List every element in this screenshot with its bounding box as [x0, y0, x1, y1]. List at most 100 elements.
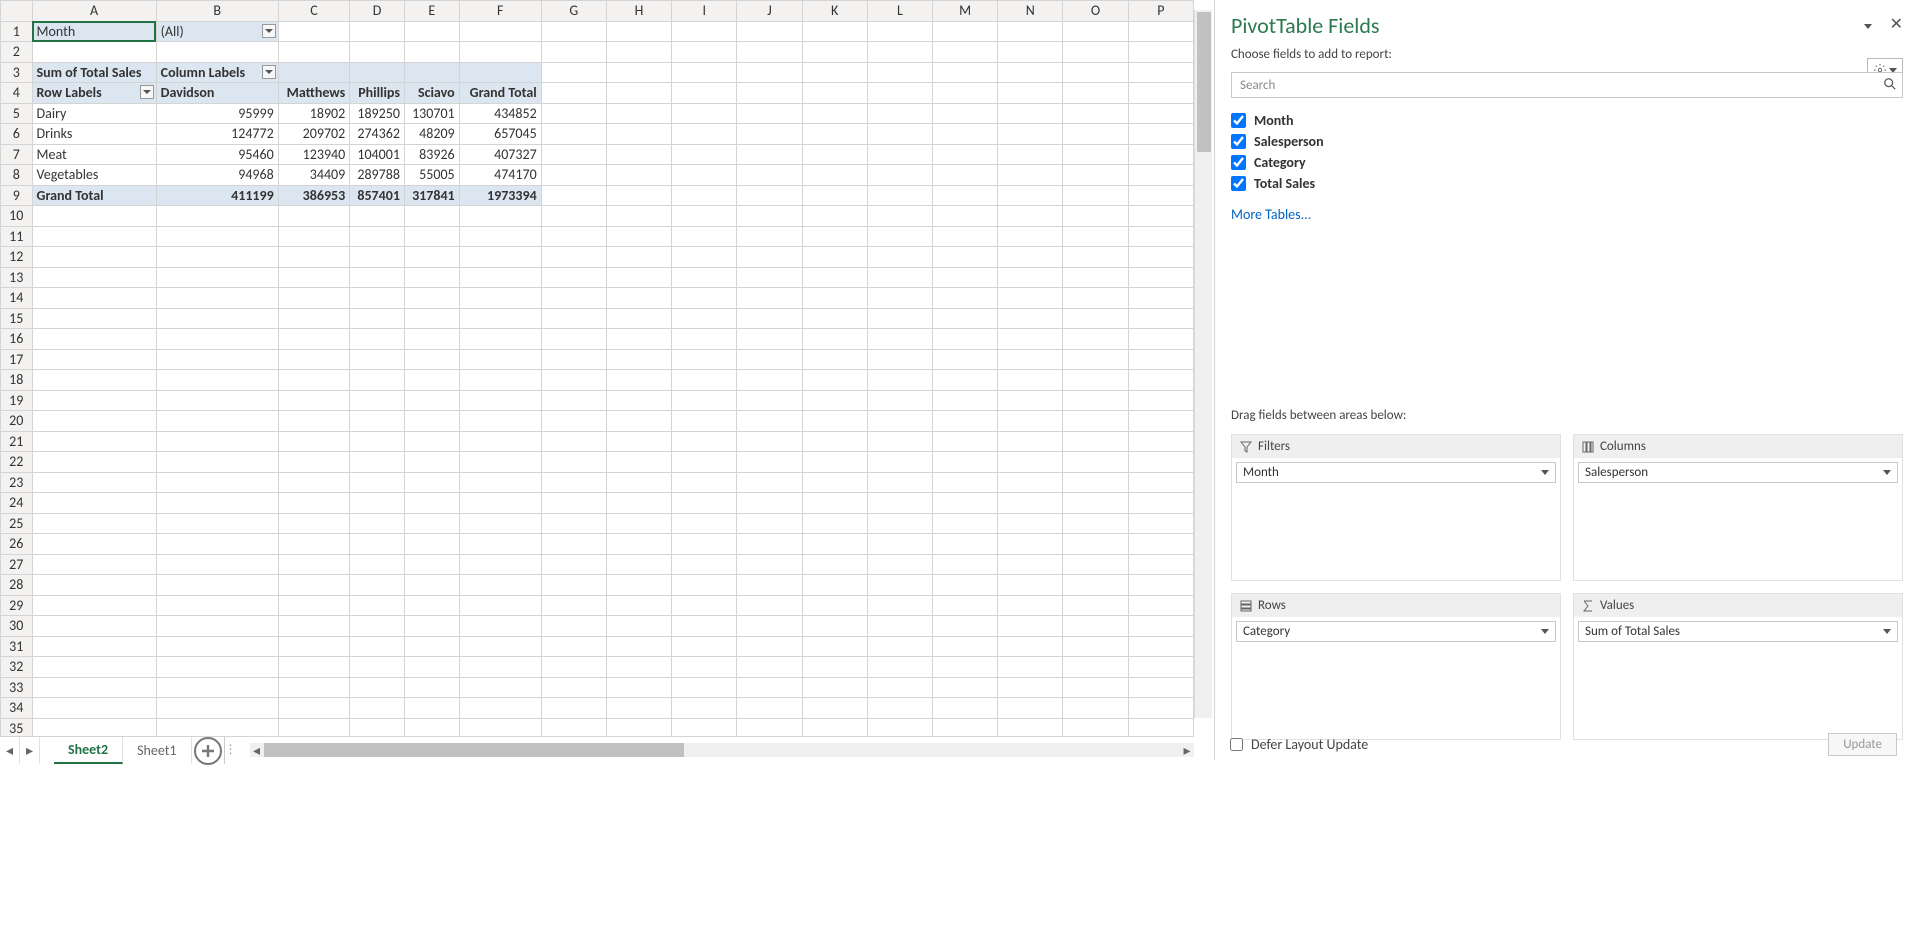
- cell-M1[interactable]: [933, 21, 998, 42]
- row-header-13[interactable]: 13: [1, 267, 33, 288]
- column-header-L[interactable]: L: [867, 1, 932, 22]
- row-header-9[interactable]: 9: [1, 185, 33, 206]
- cell-K20[interactable]: [802, 411, 867, 432]
- cell-O32[interactable]: [1063, 657, 1128, 678]
- cell-H4[interactable]: [606, 83, 671, 104]
- cell-O26[interactable]: [1063, 534, 1128, 555]
- cell-M20[interactable]: [933, 411, 998, 432]
- cell-P32[interactable]: [1128, 657, 1193, 678]
- column-header-I[interactable]: I: [672, 1, 737, 22]
- cell-K8[interactable]: [802, 165, 867, 186]
- cell-H20[interactable]: [606, 411, 671, 432]
- column-header-D[interactable]: D: [350, 1, 405, 22]
- cell-C1[interactable]: [278, 21, 350, 42]
- cell-L4[interactable]: [867, 83, 932, 104]
- cell-H28[interactable]: [606, 575, 671, 596]
- row-header-12[interactable]: 12: [1, 247, 33, 268]
- cell-K14[interactable]: [802, 288, 867, 309]
- cell-N13[interactable]: [998, 267, 1063, 288]
- row-header-28[interactable]: 28: [1, 575, 33, 596]
- cell-G4[interactable]: [541, 83, 606, 104]
- cell-O18[interactable]: [1063, 370, 1128, 391]
- cell-O27[interactable]: [1063, 554, 1128, 575]
- row-header-17[interactable]: 17: [1, 349, 33, 370]
- cell-C18[interactable]: [278, 370, 350, 391]
- cell-N32[interactable]: [998, 657, 1063, 678]
- cell-L30[interactable]: [867, 616, 932, 637]
- cell-E7[interactable]: 83926: [404, 144, 459, 165]
- cell-C13[interactable]: [278, 267, 350, 288]
- cell-E22[interactable]: [404, 452, 459, 473]
- cell-P29[interactable]: [1128, 595, 1193, 616]
- cell-D16[interactable]: [350, 329, 405, 350]
- cell-N30[interactable]: [998, 616, 1063, 637]
- cell-I20[interactable]: [672, 411, 737, 432]
- cell-N9[interactable]: [998, 185, 1063, 206]
- cell-K10[interactable]: [802, 206, 867, 227]
- row-header-15[interactable]: 15: [1, 308, 33, 329]
- cell-M8[interactable]: [933, 165, 998, 186]
- cell-H9[interactable]: [606, 185, 671, 206]
- cell-D12[interactable]: [350, 247, 405, 268]
- cell-H13[interactable]: [606, 267, 671, 288]
- cell-I29[interactable]: [672, 595, 737, 616]
- row-header-2[interactable]: 2: [1, 42, 33, 63]
- cell-M21[interactable]: [933, 431, 998, 452]
- cell-C15[interactable]: [278, 308, 350, 329]
- add-sheet-button[interactable]: [192, 737, 224, 764]
- cell-K32[interactable]: [802, 657, 867, 678]
- cell-G6[interactable]: [541, 124, 606, 145]
- field-salesperson[interactable]: Salesperson: [1231, 133, 1903, 150]
- cell-P34[interactable]: [1128, 698, 1193, 719]
- cell-A18[interactable]: [32, 370, 156, 391]
- cell-E20[interactable]: [404, 411, 459, 432]
- cell-E12[interactable]: [404, 247, 459, 268]
- cell-D5[interactable]: 189250: [350, 103, 405, 124]
- cell-J24[interactable]: [737, 493, 802, 514]
- cell-O28[interactable]: [1063, 575, 1128, 596]
- cell-F12[interactable]: [459, 247, 541, 268]
- cell-N14[interactable]: [998, 288, 1063, 309]
- cell-D7[interactable]: 104001: [350, 144, 405, 165]
- hscroll-left-arrow[interactable]: ◂: [250, 743, 264, 757]
- cell-D22[interactable]: [350, 452, 405, 473]
- cell-C21[interactable]: [278, 431, 350, 452]
- cell-I27[interactable]: [672, 554, 737, 575]
- vertical-scrollbar-thumb[interactable]: [1197, 12, 1211, 152]
- cell-G3[interactable]: [541, 62, 606, 83]
- cell-E32[interactable]: [404, 657, 459, 678]
- cell-P19[interactable]: [1128, 390, 1193, 411]
- cell-E18[interactable]: [404, 370, 459, 391]
- cell-F3[interactable]: [459, 62, 541, 83]
- cell-G2[interactable]: [541, 42, 606, 63]
- cell-M24[interactable]: [933, 493, 998, 514]
- cell-M6[interactable]: [933, 124, 998, 145]
- cell-B5[interactable]: 95999: [156, 103, 278, 124]
- cell-F26[interactable]: [459, 534, 541, 555]
- cell-D11[interactable]: [350, 226, 405, 247]
- cell-M29[interactable]: [933, 595, 998, 616]
- cell-E34[interactable]: [404, 698, 459, 719]
- filters-area-item[interactable]: Month: [1236, 462, 1556, 483]
- cell-L29[interactable]: [867, 595, 932, 616]
- cell-A23[interactable]: [32, 472, 156, 493]
- cell-M15[interactable]: [933, 308, 998, 329]
- cell-L1[interactable]: [867, 21, 932, 42]
- row-header-21[interactable]: 21: [1, 431, 33, 452]
- cell-D32[interactable]: [350, 657, 405, 678]
- cell-G23[interactable]: [541, 472, 606, 493]
- row-header-20[interactable]: 20: [1, 411, 33, 432]
- cell-D34[interactable]: [350, 698, 405, 719]
- cell-A14[interactable]: [32, 288, 156, 309]
- cell-D17[interactable]: [350, 349, 405, 370]
- cell-J21[interactable]: [737, 431, 802, 452]
- cell-N1[interactable]: [998, 21, 1063, 42]
- cell-O8[interactable]: [1063, 165, 1128, 186]
- cell-N3[interactable]: [998, 62, 1063, 83]
- cell-C31[interactable]: [278, 636, 350, 657]
- cell-K26[interactable]: [802, 534, 867, 555]
- cell-J15[interactable]: [737, 308, 802, 329]
- tab-nav-first[interactable]: ◂: [0, 737, 20, 764]
- row-header-11[interactable]: 11: [1, 226, 33, 247]
- cell-E10[interactable]: [404, 206, 459, 227]
